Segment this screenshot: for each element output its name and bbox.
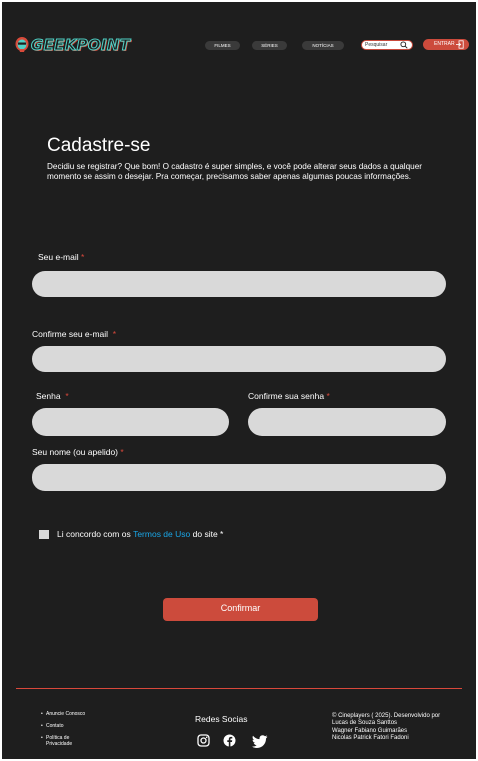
signup-page: GEEKPOINT FILMES SÉRIES NOTÍCIAS ENTRAR …	[2, 2, 476, 759]
email-label-text: Seu e-mail	[38, 252, 79, 262]
logo-text: GEEKPOINT	[30, 36, 131, 55]
required-mark: *	[81, 252, 85, 262]
confirm-password-label-text: Confirme sua senha	[248, 391, 325, 401]
terms-link[interactable]: Termos de Uso	[133, 529, 190, 539]
confirm-email-field[interactable]	[32, 346, 446, 372]
name-label: Seu nome (ou apelido) *	[32, 447, 124, 457]
required-mark: *	[326, 391, 330, 401]
name-field[interactable]	[32, 464, 446, 491]
credits-line: Nicolas Patrick Fatori Fadoni	[332, 734, 409, 741]
email-label: Seu e-mail *	[38, 252, 84, 262]
page-subtitle: Decidiu se registrar? Que bom! O cadastr…	[47, 162, 423, 181]
nav-filmes[interactable]: FILMES	[205, 41, 240, 50]
confirm-password-label: Confirme sua senha *	[248, 391, 330, 401]
facebook-icon[interactable]	[223, 734, 236, 747]
password-label-text: Senha	[36, 391, 61, 401]
nav-series[interactable]: SÉRIES	[252, 41, 287, 50]
page-title: Cadastre-se	[47, 135, 151, 156]
required-mark: *	[120, 447, 124, 457]
credits-line: Wagner Fabiano Guimarães	[332, 727, 408, 734]
confirm-password-field[interactable]	[248, 408, 446, 436]
instagram-icon[interactable]	[197, 734, 210, 747]
required-mark: *	[65, 391, 69, 401]
login-label: ENTRAR	[434, 41, 455, 47]
credits-line: © Cineplayers ( 2025). Desenvolvido por	[332, 713, 441, 719]
footer-links: Anuncie Conosco Contato Política de Priv…	[41, 711, 85, 753]
geekpoint-logo[interactable]: GEEKPOINT	[14, 35, 130, 55]
confirm-email-label-text: Confirme seu e-mail	[32, 329, 109, 339]
twitter-icon[interactable]	[252, 735, 268, 748]
email-field[interactable]	[32, 271, 446, 297]
agree-prefix: Li concordo com os	[57, 529, 131, 539]
agree-suffix: do site *	[192, 529, 224, 539]
terms-agreement: Li concordo com os Termos de Uso do site…	[39, 529, 223, 539]
name-label-text: Seu nome (ou apelido)	[32, 447, 119, 457]
login-button[interactable]: ENTRAR	[423, 39, 469, 50]
footer-link-privacy[interactable]: Política de Privacidade	[41, 735, 80, 747]
footer-link-advertise[interactable]: Anuncie Conosco	[41, 711, 85, 717]
social-title: Redes Socias	[195, 714, 248, 724]
login-door-icon	[456, 40, 464, 49]
password-field[interactable]	[32, 408, 229, 436]
confirm-button[interactable]: Confirmar	[163, 598, 318, 621]
confirm-email-label: Confirme seu e-mail *	[32, 329, 116, 339]
terms-checkbox[interactable]	[39, 529, 49, 539]
skull-mascot-icon	[15, 37, 29, 52]
footer-link-contact[interactable]: Contato	[41, 723, 85, 729]
search-box	[361, 40, 413, 50]
search-input[interactable]	[365, 41, 399, 49]
search-icon[interactable]	[400, 41, 408, 49]
nav-noticias[interactable]: NOTÍCIAS	[302, 41, 344, 50]
password-label: Senha *	[36, 391, 69, 401]
credits: © Cineplayers ( 2025). Desenvolvido por …	[332, 713, 472, 742]
required-mark: *	[112, 329, 117, 339]
credits-line: Lucas de Souza Santtos	[332, 720, 398, 727]
footer-divider	[16, 688, 462, 689]
